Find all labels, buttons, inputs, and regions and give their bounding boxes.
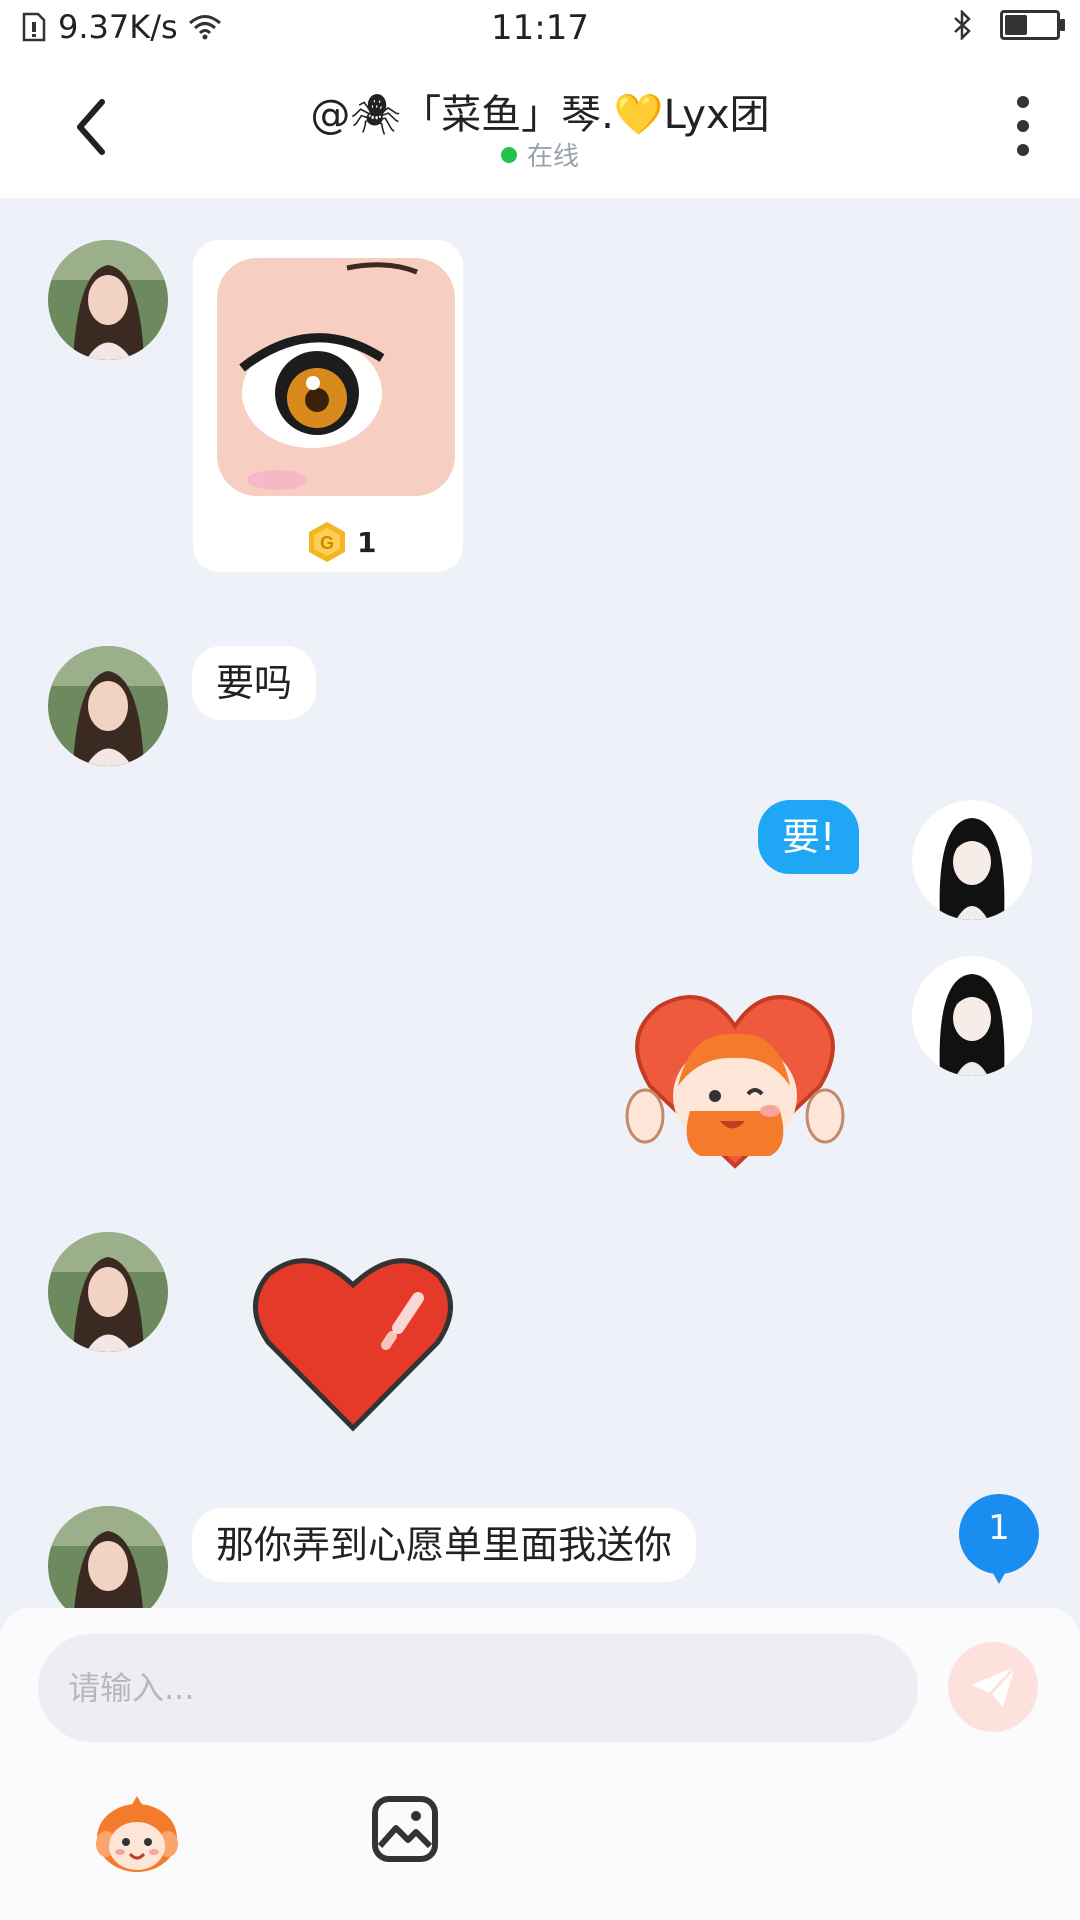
contact-avatar-image	[48, 646, 168, 766]
gift-cost: G 1	[305, 520, 376, 564]
sticker-button[interactable]	[92, 1788, 182, 1878]
composer-bar	[0, 1608, 1080, 1920]
more-dot-icon	[1017, 120, 1029, 132]
my-avatar[interactable]	[912, 956, 1032, 1076]
message-input[interactable]	[38, 1634, 918, 1742]
message-list[interactable]: G 1 要吗 要! 那你弄到心愿单里面我送你 1	[0, 198, 1080, 1608]
image-icon	[372, 1796, 438, 1862]
gift-message[interactable]: G 1	[193, 240, 463, 572]
status-right	[952, 10, 1065, 40]
gift-image	[217, 258, 455, 496]
bluetooth-icon	[954, 10, 971, 40]
my-avatar[interactable]	[912, 800, 1032, 920]
heart-hug-sticker[interactable]	[620, 976, 850, 1176]
online-dot-icon	[500, 146, 517, 163]
heart-sticker[interactable]	[248, 1250, 458, 1432]
contact-avatar[interactable]	[48, 646, 168, 766]
contact-avatar[interactable]	[48, 1506, 168, 1608]
contact-avatar-image	[48, 240, 168, 360]
unread-count-badge[interactable]: 1	[956, 1494, 1042, 1584]
send-button[interactable]	[948, 1642, 1038, 1732]
contact-avatar-image	[48, 1506, 168, 1608]
paper-plane-icon	[971, 1665, 1017, 1707]
coin-count: 1	[357, 525, 377, 559]
chat-title: @🕷「菜鱼」琴.💛Lyx团	[310, 92, 770, 138]
more-dot-icon	[1017, 144, 1029, 156]
contact-avatar[interactable]	[48, 240, 168, 360]
image-picker-button[interactable]	[370, 1794, 440, 1864]
clock: 11:17	[491, 8, 589, 48]
unread-count: 1	[988, 1508, 1010, 1548]
more-options-button[interactable]	[1008, 96, 1038, 156]
contact-avatar[interactable]	[48, 1232, 168, 1352]
presence-status: 在线	[0, 136, 1080, 173]
outgoing-text-bubble[interactable]: 要!	[758, 800, 860, 874]
coin-icon: G	[309, 522, 345, 562]
battery-icon	[1000, 10, 1065, 40]
mascot-sticker-icon	[96, 1796, 178, 1872]
contact-avatar-image	[48, 1232, 168, 1352]
more-dot-icon	[1017, 96, 1029, 108]
incoming-text-bubble[interactable]: 要吗	[192, 646, 317, 720]
status-bar: 9.37K/s 11:17	[0, 0, 1080, 58]
incoming-text-bubble[interactable]: 那你弄到心愿单里面我送你	[192, 1508, 697, 1582]
presence-label: 在线	[526, 142, 579, 172]
battery-level	[1005, 15, 1027, 35]
chat-header: @🕷「菜鱼」琴.💛Lyx团 在线	[0, 58, 1080, 198]
my-avatar-image	[912, 956, 1032, 1076]
my-avatar-image	[912, 800, 1032, 920]
svg-text:G: G	[320, 533, 334, 553]
